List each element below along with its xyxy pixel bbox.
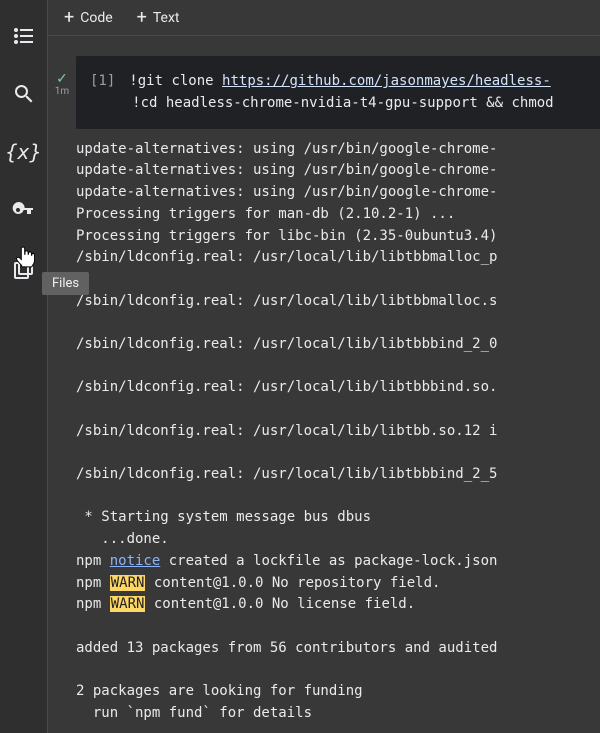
add-code-cell-button[interactable]: + Code	[64, 9, 113, 27]
cell-toolbar: + Code + Text	[48, 0, 600, 36]
search-button[interactable]	[8, 78, 40, 110]
main-area: + Code + Text ✓ 1m [1]!git clone https:/…	[48, 0, 600, 733]
left-sidebar: {x} Files	[0, 0, 48, 733]
files-tooltip: Files	[42, 272, 89, 295]
bang: !	[129, 73, 137, 89]
cell-output: update-alternatives: using /usr/bin/goog…	[76, 129, 600, 725]
npm-warn: WARN	[110, 596, 146, 612]
cell-prompt: [1]	[90, 73, 115, 89]
cmd1-text: git clone	[138, 73, 222, 89]
plus-icon: +	[64, 9, 74, 27]
cell-gutter: ✓ 1m	[48, 46, 76, 724]
add-code-label: Code	[80, 10, 112, 26]
add-text-label: Text	[153, 10, 180, 26]
search-icon	[12, 82, 36, 106]
key-icon	[12, 198, 36, 222]
toc-button[interactable]	[8, 20, 40, 52]
plus-icon: +	[137, 9, 147, 27]
cmd2-text: cd headless-chrome-nvidia-t4-gpu-support…	[141, 95, 554, 111]
bang2: !	[132, 95, 140, 111]
variables-icon: {x}	[5, 140, 41, 164]
cell-status-icon: ✓	[56, 72, 68, 86]
list-icon	[12, 24, 36, 48]
code-input[interactable]: [1]!git clone https://github.com/jasonma…	[76, 56, 600, 129]
code-cell: [1]!git clone https://github.com/jasonma…	[76, 46, 600, 724]
variables-button[interactable]: {x}	[8, 136, 40, 168]
git-url[interactable]: https://github.com/jasonmayes/headless-	[222, 73, 551, 89]
cell-elapsed: 1m	[55, 86, 69, 97]
add-text-cell-button[interactable]: + Text	[137, 9, 180, 27]
hand-cursor-icon	[14, 245, 36, 271]
npm-warn: WARN	[110, 575, 146, 591]
secrets-button[interactable]	[8, 194, 40, 226]
npm-notice: notice	[110, 553, 161, 569]
